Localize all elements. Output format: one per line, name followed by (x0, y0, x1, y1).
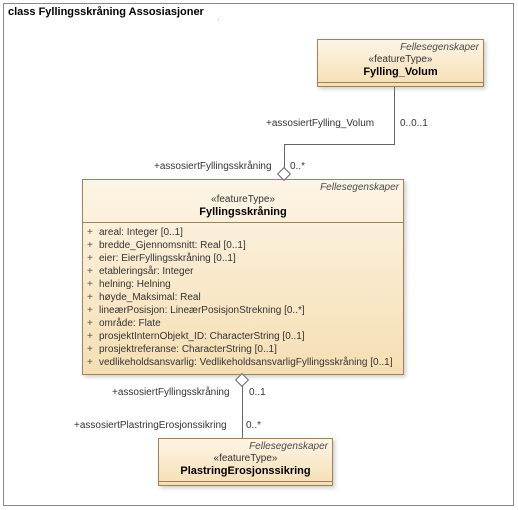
attr: +eier: EierFyllingsskråning [0..1] (87, 252, 399, 265)
class-name: PlastringErosjonssikring (165, 464, 326, 478)
assoc-role-label: +assosiertFyllingsskråning (154, 161, 272, 172)
attr: +vedlikeholdsansvarlig: Vedlikeholdsansv… (87, 356, 399, 369)
attr: +prosjektInternObjekt_ID: CharacterStrin… (87, 330, 399, 343)
assoc-mult-label: 0..* (290, 161, 305, 172)
class-name: Fyllingsskråning (89, 205, 397, 219)
attr: +høyde_Maksimal: Real (87, 291, 399, 304)
class-fylling-volum[interactable]: Fellesegenskaper «featureType» Fylling_V… (317, 39, 484, 87)
association-line (394, 87, 395, 144)
class-tag: Fellesegenskaper (320, 182, 399, 193)
frame-title: class Fyllingsskråning Assosiasjoner (8, 6, 204, 18)
association-line (284, 144, 395, 145)
attr: +område: Flate (87, 317, 399, 330)
class-fyllingsskraning[interactable]: Fellesegenskaper «featureType» Fyllingss… (82, 179, 404, 375)
attr: +prosjektreferanse: CharacterString [0..… (87, 343, 399, 356)
assoc-mult-label: 0..* (246, 420, 261, 431)
class-tag: Fellesegenskaper (249, 441, 328, 452)
assoc-role-label: +assosiertFyllingsskråning (112, 387, 230, 398)
attr: +lineærPosisjon: LineærPosisjonStrekning… (87, 304, 399, 317)
assoc-role-label: +assosiertFylling_Volum (266, 118, 374, 129)
stereotype: «featureType» (165, 453, 326, 464)
stereotype: «featureType» (89, 194, 397, 205)
assoc-mult-label: 0..1 (249, 387, 266, 398)
class-tag: Fellesegenskaper (400, 42, 479, 53)
attr: +helning: Helning (87, 278, 399, 291)
frame-title-tab: class Fyllingsskråning Assosiasjoner (3, 3, 219, 20)
assoc-mult-label: 0..0..1 (400, 118, 428, 129)
class-body: +areal: Integer [0..1] +bredde_Gjennomsn… (83, 223, 403, 372)
stereotype: «featureType» (324, 54, 477, 65)
attr: +bredde_Gjennomsnitt: Real [0..1] (87, 239, 399, 252)
class-name: Fylling_Volum (324, 65, 477, 79)
assoc-role-label: +assosiertPlastringErosjonssikring (74, 420, 227, 431)
class-plastring[interactable]: Fellesegenskaper «featureType» Plastring… (158, 438, 333, 486)
association-line (242, 385, 243, 438)
attr: +areal: Integer [0..1] (87, 226, 399, 239)
diagram-frame: class Fyllingsskråning Assosiasjoner Fel… (3, 3, 514, 506)
attr: +etableringsår: Integer (87, 265, 399, 278)
aggregation-diamond-icon (235, 373, 249, 387)
